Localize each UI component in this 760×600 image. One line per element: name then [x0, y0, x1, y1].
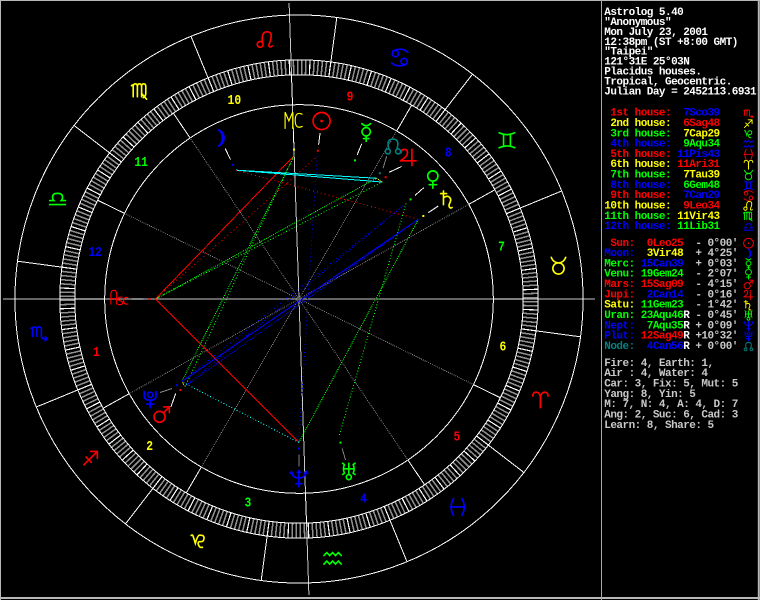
svg-text:10: 10 — [228, 93, 242, 108]
svg-text:5: 5 — [453, 430, 460, 445]
svg-text:9: 9 — [347, 90, 354, 105]
svg-text:4Can56: 4Can56 — [647, 341, 683, 353]
svg-text:6: 6 — [499, 340, 506, 355]
svg-text:R: R — [683, 341, 690, 353]
svg-text:2: 2 — [146, 439, 153, 454]
svg-text:12: 12 — [88, 245, 102, 260]
svg-text:1: 1 — [93, 345, 100, 360]
svg-text:+ 0°00': + 0°00' — [695, 341, 738, 353]
svg-text:11Lib31: 11Lib31 — [677, 221, 720, 233]
svg-text:12th house:: 12th house: — [604, 221, 671, 233]
svg-text:3: 3 — [245, 495, 252, 510]
svg-text:Julian Day = 2452113.6931: Julian Day = 2452113.6931 — [604, 86, 757, 98]
svg-text:Node:: Node: — [604, 341, 634, 353]
svg-text:11: 11 — [134, 155, 148, 170]
svg-text:8: 8 — [445, 146, 452, 161]
svg-text:4: 4 — [360, 492, 367, 507]
svg-text:7: 7 — [498, 240, 505, 255]
svg-text:Learn: 8, Share: 5: Learn: 8, Share: 5 — [604, 420, 714, 432]
